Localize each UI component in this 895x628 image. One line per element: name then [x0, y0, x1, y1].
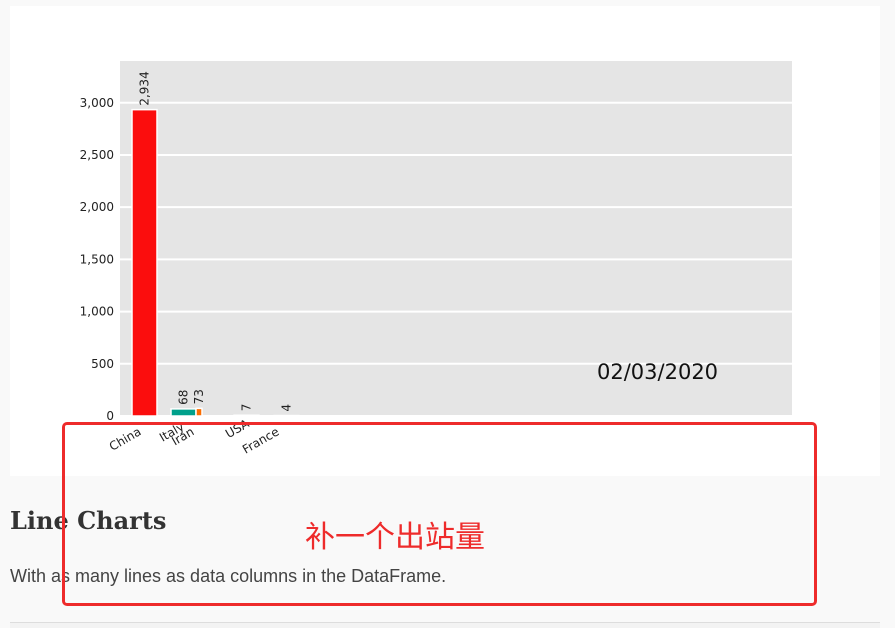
y-tick-label: 1,500 [80, 252, 114, 266]
data-label: 7 [240, 404, 254, 412]
y-tick-label: 500 [91, 357, 114, 371]
chart-card: 0 500 1,000 1,500 2,000 2,500 3,000 2,934 68 73 7 4… [10, 6, 880, 476]
y-tick-label: 3,000 [80, 96, 114, 110]
bar-china [131, 108, 158, 417]
annotation-note: 补一个出站量 [305, 520, 485, 555]
bar-usa [233, 414, 260, 418]
y-tick-label: 2,000 [80, 200, 114, 214]
data-label: 73 [192, 389, 206, 404]
data-label: 4 [280, 404, 294, 412]
data-label: 68 [177, 390, 191, 405]
bar-italy [170, 408, 197, 417]
y-tick-label: 2,500 [80, 148, 114, 162]
next-block-edge [10, 622, 880, 628]
date-stamp: 02/03/2020 [597, 360, 719, 384]
bar-chart: 0 500 1,000 1,500 2,000 2,500 3,000 2,934 68 73 7 4… [80, 61, 792, 457]
y-tick-label: 1,000 [80, 305, 114, 319]
y-tick-label: 0 [106, 409, 114, 423]
bar-iran [195, 407, 203, 417]
data-label: 2,934 [138, 71, 152, 105]
bar-france [273, 414, 300, 418]
